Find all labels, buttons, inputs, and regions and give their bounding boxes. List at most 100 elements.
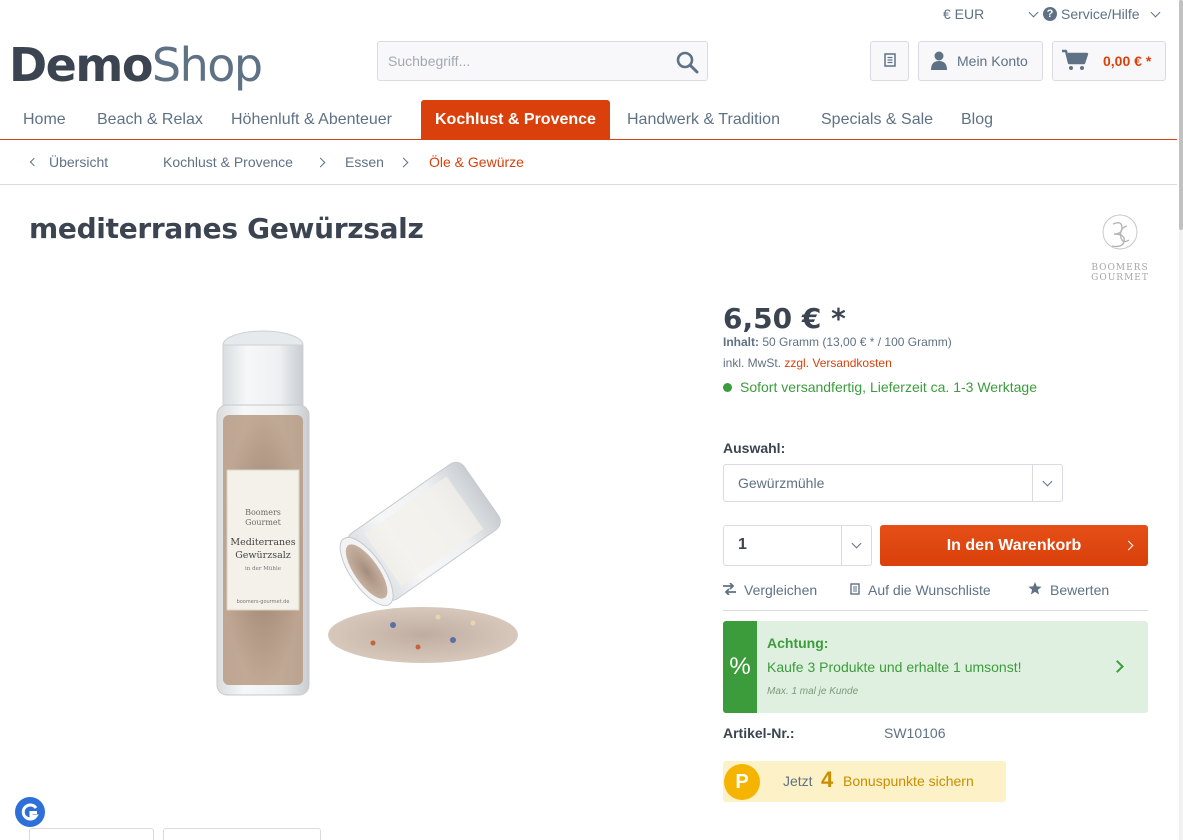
chevron-right-icon (315, 157, 326, 168)
stock-status: Sofort versandfertig, Lieferzeit ca. 1-3… (723, 379, 1037, 395)
shipping-link[interactable]: zzgl. Versandkosten (784, 356, 891, 370)
logo-bold: Demo (9, 38, 153, 92)
account-button[interactable]: Mein Konto (918, 41, 1043, 81)
brand-name-line2: Gourmet (1091, 273, 1149, 283)
chevron-right-icon (398, 157, 409, 168)
jar-label-brand2: Gourmet (245, 518, 282, 527)
account-label: Mein Konto (957, 53, 1028, 69)
content-label: Inhalt: (723, 335, 759, 349)
product-actions: Vergleichen Auf die Wunschliste Bewerten (723, 580, 1148, 611)
variant-label: Auswahl: (723, 440, 786, 456)
rate-label: Bewerten (1050, 582, 1110, 598)
jar-label-line2: Gewürzsalz (235, 550, 291, 561)
search-icon[interactable] (675, 50, 699, 74)
promo-title: Achtung: (767, 635, 829, 651)
promo-note: Max. 1 mal je Kunde (767, 686, 859, 697)
chevron-down-icon (1150, 7, 1161, 17)
breadcrumb-current[interactable]: Öle & Gewürze (429, 154, 524, 170)
breadcrumb-item[interactable]: Essen (345, 154, 384, 170)
nav-item-hoehenluft[interactable]: Höhenluft & Abenteuer (231, 100, 392, 140)
currency-selector[interactable]: € EUR (943, 6, 1039, 22)
star-icon (1028, 582, 1042, 598)
select-arrow (841, 526, 871, 565)
scrollbar-thumb[interactable] (1179, 0, 1183, 230)
shop-logo[interactable]: DemoShop (9, 38, 263, 92)
main-nav: Home Beach & Relax Höhenluft & Abenteuer… (0, 100, 1177, 140)
variant-value: Gewürzmühle (738, 475, 825, 491)
promotion-box[interactable]: % Achtung: Kaufe 3 Produkte und erhalte … (723, 621, 1148, 713)
nav-item-kochlust[interactable]: Kochlust & Provence (421, 100, 610, 140)
logo-light: Shop (151, 38, 263, 92)
breadcrumb-back-label: Übersicht (49, 154, 109, 170)
help-icon: ? (1043, 7, 1057, 21)
notepad-icon (883, 52, 896, 70)
wishlist-link[interactable]: Auf die Wunschliste (850, 582, 991, 598)
quantity-value: 1 (738, 536, 747, 553)
breadcrumb-back[interactable]: Übersicht (29, 154, 109, 170)
chevron-down-icon (851, 538, 862, 549)
chevron-left-icon (29, 157, 39, 167)
chevron-down-icon (1042, 476, 1053, 486)
nav-item-specials[interactable]: Specials & Sale (821, 100, 933, 140)
content-value: 50 Gramm (13,00 € * / 100 Gramm) (762, 335, 952, 349)
service-menu[interactable]: ? Service/Hilfe (1043, 6, 1161, 22)
notepad-button[interactable] (870, 41, 909, 81)
jar-label-brand1: Boomers (245, 508, 281, 517)
notepad-icon (850, 582, 860, 598)
wishlist-label: Auf die Wunschliste (868, 582, 991, 598)
nav-item-handwerk[interactable]: Handwerk & Tradition (627, 100, 780, 140)
sku-value: SW10106 (884, 725, 946, 741)
chevron-right-icon (1111, 660, 1124, 673)
thumbnail[interactable] (163, 828, 321, 840)
jar-label-line3: in der Mühle (245, 566, 281, 572)
search-box (377, 41, 708, 81)
percent-icon: % (723, 621, 757, 713)
product-price: 6,50 € * (723, 302, 846, 335)
brand-logo[interactable]: Boomers Gourmet (1090, 212, 1150, 283)
chevron-down-icon (1028, 7, 1039, 17)
user-icon (929, 50, 949, 73)
content-info: Inhalt: 50 Gramm (13,00 € * / 100 Gramm) (723, 335, 952, 349)
bonus-points: 4 (821, 767, 834, 792)
breadcrumb-item[interactable]: Kochlust & Provence (163, 154, 293, 170)
product-image[interactable]: Boomers Gourmet Mediterranes Gewürzsalz … (153, 305, 551, 705)
brand-monogram-icon (1102, 214, 1138, 250)
variant-select[interactable]: Gewürzmühle (723, 464, 1063, 502)
brand-name-line1: Boomers (1091, 263, 1149, 273)
compare-link[interactable]: Vergleichen (723, 582, 817, 598)
scrollbar[interactable] (1179, 0, 1183, 840)
service-label: Service/Hilfe (1061, 6, 1140, 22)
promo-text: Kaufe 3 Produkte und erhalte 1 umsonst! (767, 659, 1022, 675)
sku-label: Artikel-Nr.: (723, 725, 795, 741)
compare-icon (723, 582, 736, 598)
breadcrumb: Übersicht Kochlust & Provence Essen Öle … (0, 140, 1177, 185)
compare-label: Vergleichen (744, 582, 818, 598)
currency-label: € EUR (943, 6, 985, 22)
jar-label-line1: Mediterranes (230, 537, 295, 548)
status-dot-icon (723, 382, 732, 392)
stock-text: Sofort versandfertig, Lieferzeit ca. 1-3… (740, 379, 1037, 395)
bonus-points-box: P Jetzt 4 Bonuspunkte sichern (723, 761, 1006, 802)
cart-total: 0,00 € * (1103, 53, 1152, 69)
add-to-cart-button[interactable]: In den Warenkorb (880, 525, 1148, 566)
select-arrow (1032, 465, 1062, 501)
thumbnail[interactable] (29, 828, 154, 840)
cart-button[interactable]: 0,00 € * (1052, 41, 1166, 81)
product-title: mediterranes Gewürzsalz (29, 212, 424, 245)
bonus-suffix: Bonuspunkte sichern (843, 773, 974, 789)
bonus-coin-icon: P (724, 764, 760, 800)
add-to-cart-label: In den Warenkorb (946, 536, 1082, 554)
nav-item-blog[interactable]: Blog (961, 100, 993, 140)
tax-info: inkl. MwSt. zzgl. Versandkosten (723, 356, 892, 370)
nav-item-beach[interactable]: Beach & Relax (97, 100, 203, 140)
bonus-prefix: Jetzt (783, 773, 813, 789)
quantity-select[interactable]: 1 (723, 525, 872, 566)
jar-label-url: boomers-gourmet.de (237, 599, 290, 605)
nav-item-home[interactable]: Home (23, 100, 66, 140)
cart-icon (1061, 49, 1089, 74)
search-input[interactable] (378, 42, 658, 80)
rate-link[interactable]: Bewerten (1028, 582, 1109, 598)
chevron-right-icon (1123, 540, 1134, 551)
assistant-widget-icon[interactable] (15, 797, 45, 827)
tax-text: inkl. MwSt. (723, 356, 782, 370)
